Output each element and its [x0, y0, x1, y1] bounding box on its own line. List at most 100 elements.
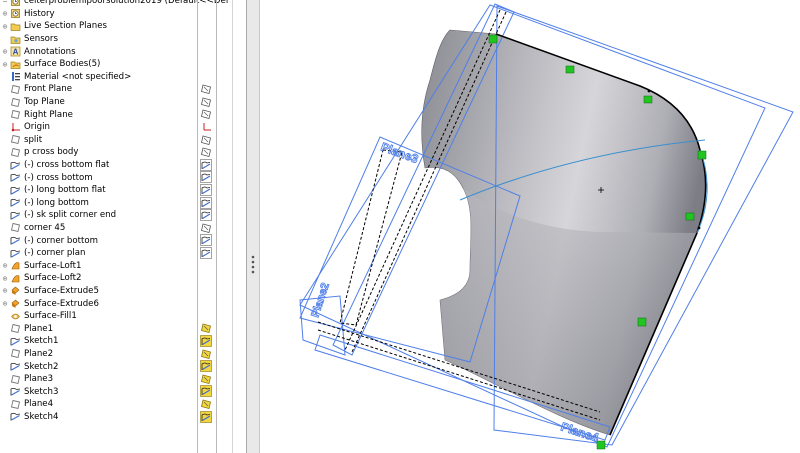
tree-item-label: Annotations: [24, 46, 76, 57]
tree-item-long-bottom[interactable]: (-) long bottom: [0, 196, 246, 210]
sketch-icon: [10, 185, 21, 196]
tree-item-label: Top Plane: [24, 97, 65, 108]
origin-icon: [10, 122, 21, 133]
plane-status-icon: [200, 83, 212, 95]
loft-icon: [10, 260, 21, 271]
sensor-icon: [10, 34, 21, 45]
tree-item-plane1[interactable]: Plane1: [0, 322, 246, 335]
tree-item-sketch4[interactable]: Sketch4: [0, 410, 246, 424]
sketch-icon: [10, 336, 21, 347]
tree-item-sketch1[interactable]: Sketch1: [0, 335, 246, 348]
tree-item-right-plane[interactable]: Right Plane: [0, 108, 246, 121]
tree-expander[interactable]: ⊕: [0, 9, 10, 18]
tree-item-top-plane[interactable]: Top Plane: [0, 96, 246, 109]
tree-item-sensors[interactable]: Sensors: [0, 33, 246, 46]
tree-item-surface-extrude5[interactable]: ⊕ Surface-Extrude5: [0, 285, 246, 298]
tree-item-corner-45[interactable]: corner 45: [0, 222, 246, 235]
sketch-icon: [10, 386, 21, 397]
extrude-icon: [10, 285, 21, 296]
tree-expander[interactable]: ⊕: [0, 60, 10, 69]
tree-item-cross-bottom-flat[interactable]: (-) cross bottom flat: [0, 158, 246, 172]
panel-splitter[interactable]: [246, 0, 260, 453]
model-view[interactable]: Plane3 Plane2 Plane4: [260, 0, 800, 453]
tree-item-p-cross-body[interactable]: p cross body: [0, 146, 246, 159]
tree-item-sketch3[interactable]: Sketch3: [0, 385, 246, 398]
tree-item-sk-split-corner-end[interactable]: (-) sk split corner end: [0, 209, 246, 222]
tree-item-label: Surface-Extrude5: [24, 285, 99, 296]
svg-text:A: A: [13, 48, 19, 57]
sketch-dashed-1: [339, 149, 403, 326]
tree-expander[interactable]: ⊕: [0, 47, 10, 56]
part-icon: [10, 0, 21, 7]
relation-marker: [685, 212, 695, 221]
sketch-icon: [10, 210, 21, 221]
tree-item-label: Sketch2: [24, 361, 59, 372]
tree-item-live-section-planes[interactable]: ⊕ Live Section Planes: [0, 20, 246, 33]
tree-item-label: Live Section Planes: [24, 21, 107, 32]
tree-item-label: Plane3: [24, 374, 54, 385]
tree-item-surface-extrude6[interactable]: ⊕ Surface-Extrude6: [0, 297, 246, 310]
plane-icon: [10, 374, 21, 385]
origin-status-icon: [200, 121, 212, 133]
tree-expander[interactable]: ⊕: [0, 22, 10, 31]
tree-item-long-bottom-flat[interactable]: (-) long bottom flat: [0, 184, 246, 197]
column-divider: [216, 0, 217, 453]
tree-item-cross-bottom[interactable]: (-) cross bottom: [0, 171, 246, 184]
plane-status-icon: [200, 222, 212, 234]
relation-marker: [637, 317, 647, 327]
column-divider: [232, 0, 233, 453]
extrude-icon: [10, 298, 21, 309]
tree-item-corner-plan[interactable]: (-) corner plan: [0, 247, 246, 260]
sketch-icon: [10, 235, 21, 246]
tree-item-front-plane[interactable]: Front Plane: [0, 83, 246, 96]
tree-item-annotations[interactable]: ⊕ A Annotations: [0, 45, 246, 58]
tree-item-sketch2[interactable]: Sketch2: [0, 360, 246, 373]
tree-header-part-name[interactable]: − ceiterproblemipoorsolution2019 (Default…: [0, 0, 246, 8]
tree-expander[interactable]: ⊕: [0, 286, 10, 295]
tree-item-split[interactable]: split: [0, 134, 246, 147]
tree-header-label: ceiterproblemipoorsolution2019 (Default<…: [24, 0, 229, 7]
plane-status-icon: [200, 146, 212, 158]
tree-item-surface-loft1[interactable]: ⊕ Surface-Loft1: [0, 259, 246, 272]
plane-icon: [10, 97, 21, 108]
relation-marker: [697, 150, 707, 160]
feature-manager-tree: − ceiterproblemipoorsolution2019 (Default…: [0, 0, 246, 453]
tree-item-label: (-) long bottom: [24, 197, 89, 208]
sketch-status-icon: [200, 247, 212, 259]
plane-yellow-status-icon: [200, 348, 212, 360]
tree-item-label: (-) long bottom flat: [24, 185, 106, 196]
sketch-status-icon: [200, 171, 212, 184]
tree-item-origin[interactable]: Origin: [0, 121, 246, 134]
tree-item-label: Origin: [24, 122, 50, 133]
plane-icon: [10, 348, 21, 359]
tree-item-corner-bottom[interactable]: (-) corner bottom: [0, 234, 246, 247]
tree-item-surface-fill1[interactable]: Surface-Fill1: [0, 310, 246, 323]
splitter-grip-icon[interactable]: [250, 254, 256, 274]
tree-expander[interactable]: ⊕: [0, 274, 10, 283]
plane-icon: [10, 134, 21, 145]
plane-label-plane3: Plane3: [379, 140, 420, 166]
tree-item-label: Right Plane: [24, 109, 73, 120]
loft-icon: [10, 273, 21, 284]
tree-item-label: Sketch3: [24, 386, 59, 397]
sketch-status-icon: [200, 184, 212, 196]
tree-expander[interactable]: −: [0, 0, 10, 6]
sketch-icon: [10, 172, 21, 183]
tree-item-label: (-) corner plan: [24, 248, 86, 259]
tree-item-material-not-specified[interactable]: Material <not specified>: [0, 71, 246, 84]
tree-item-surface-loft2[interactable]: ⊕ Surface-Loft2: [0, 272, 246, 285]
tree-item-history[interactable]: ⊕ History: [0, 8, 246, 21]
tree-item-plane3[interactable]: Plane3: [0, 373, 246, 386]
graphics-viewport[interactable]: Plane3 Plane2 Plane4: [260, 0, 800, 453]
plane-icon: [10, 84, 21, 95]
relation-marker: [565, 65, 575, 74]
tree-expander[interactable]: ⊕: [0, 261, 10, 270]
tree-item-label: Sensors: [24, 34, 58, 45]
tree-expander[interactable]: ⊕: [0, 299, 10, 308]
plane-status-icon: [200, 96, 212, 108]
tree-item-surface-bodies-5[interactable]: ⊕ Surface Bodies(5): [0, 58, 246, 71]
tree-item-plane2[interactable]: Plane2: [0, 348, 246, 361]
sketch-yellow-status-icon: [200, 360, 212, 373]
tree-item-plane4[interactable]: Plane4: [0, 398, 246, 411]
plane-status-icon: [200, 134, 212, 146]
